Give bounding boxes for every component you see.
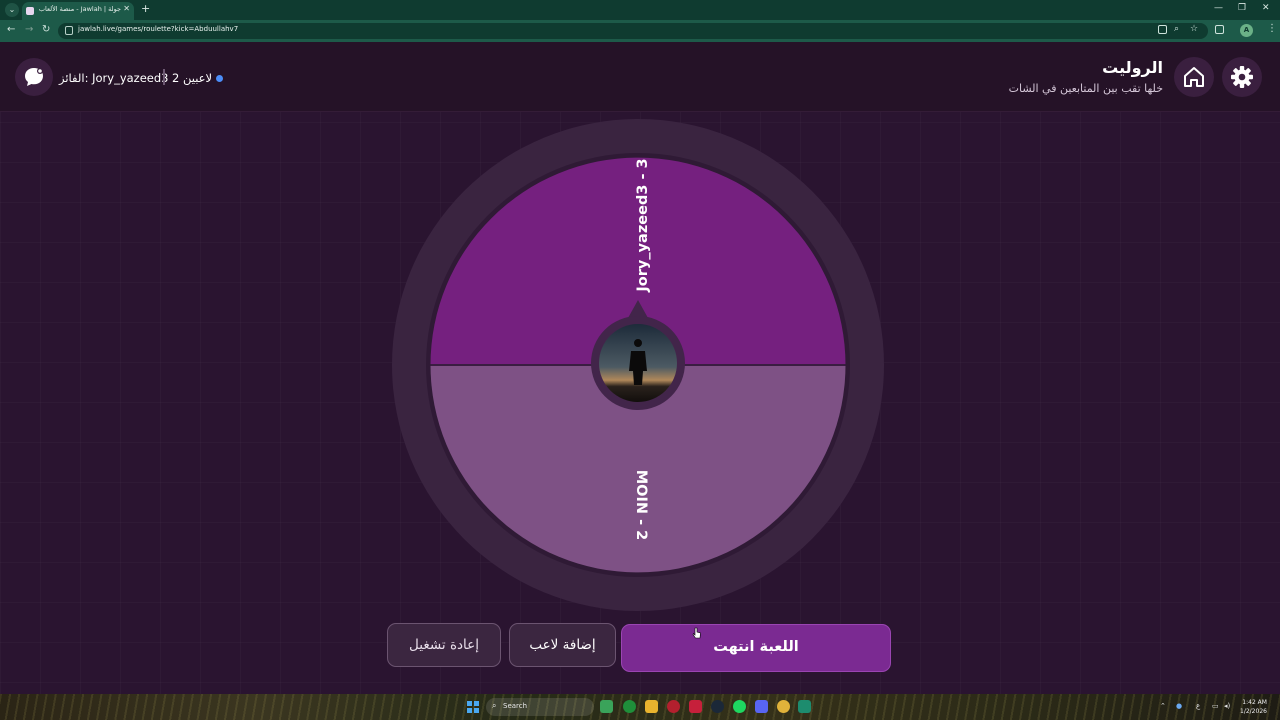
windows-start-icon[interactable] bbox=[467, 701, 479, 713]
taskbar-search[interactable]: ⌕ Search bbox=[486, 698, 594, 716]
browser-tabstrip: ⌄ جولة | Jawlah - منصة الألعاب ال... ✕ +… bbox=[0, 0, 1280, 20]
divider bbox=[163, 69, 165, 85]
clock-date: 1/2/2026 bbox=[1240, 708, 1267, 715]
more-menu-icon[interactable]: ⋮ bbox=[1267, 23, 1277, 34]
xbox-app-icon[interactable] bbox=[623, 700, 636, 713]
restart-button[interactable]: إعادة تشغيل bbox=[387, 623, 501, 667]
profile-avatar[interactable]: A bbox=[1240, 24, 1253, 37]
tab-search-icon[interactable]: ⌄ bbox=[5, 3, 19, 17]
address-bar[interactable]: jawlah.live/games/roulette?kick=Abduulla… bbox=[58, 23, 1208, 39]
back-icon[interactable]: ← bbox=[7, 24, 15, 35]
discord-app-icon[interactable] bbox=[755, 700, 768, 713]
taskbar: ⌕ Search ⌃ ● ع ▭ ◂) 1:42 AM 1/2/2026 bbox=[0, 694, 1280, 720]
add-player-button[interactable]: إضافة لاعب bbox=[509, 623, 616, 667]
players-count: 2 لاعبين bbox=[172, 71, 213, 85]
center-avatar-icon bbox=[599, 324, 677, 402]
online-status-dot bbox=[216, 75, 223, 82]
spotify-app-icon[interactable] bbox=[733, 700, 746, 713]
roulette-wheel[interactable]: Jory_yazeed3 - 3 MOIN - 2 bbox=[390, 117, 886, 613]
gear-icon bbox=[1231, 66, 1253, 88]
extensions-icon[interactable] bbox=[1215, 25, 1224, 34]
home-icon bbox=[1184, 67, 1204, 87]
game-ended-button[interactable]: اللعبة انتهت bbox=[621, 624, 891, 672]
search-placeholder: Search bbox=[503, 702, 528, 710]
browser-toolbar: ← → ↻ jawlah.live/games/roulette?kick=Ab… bbox=[0, 20, 1280, 42]
translate-icon[interactable] bbox=[1158, 25, 1167, 34]
browser-tab[interactable]: جولة | Jawlah - منصة الألعاب ال... ✕ bbox=[22, 2, 134, 20]
chat-button[interactable] bbox=[15, 58, 53, 96]
chrome-app-icon[interactable] bbox=[777, 700, 790, 713]
url-text: jawlah.live/games/roulette?kick=Abduulla… bbox=[78, 25, 239, 33]
steam-app-icon[interactable] bbox=[711, 700, 724, 713]
file-explorer-icon[interactable] bbox=[645, 700, 658, 713]
red-app-icon[interactable] bbox=[689, 700, 702, 713]
forward-icon[interactable]: → bbox=[25, 24, 33, 35]
nvidia-app-icon[interactable] bbox=[600, 700, 613, 713]
window-close-icon[interactable]: ✕ bbox=[1262, 3, 1270, 13]
clock-time: 1:42 AM bbox=[1242, 699, 1267, 706]
tab-title: جولة | Jawlah - منصة الألعاب ال... bbox=[37, 5, 121, 13]
taskbar-clock[interactable]: 1:42 AM 1/2/2026 bbox=[1240, 698, 1267, 716]
minimize-icon[interactable]: — bbox=[1214, 3, 1223, 13]
tray-network-icon[interactable]: ▭ bbox=[1212, 702, 1219, 710]
segment-label-bottom: MOIN - 2 bbox=[633, 470, 649, 541]
settings-button[interactable] bbox=[1222, 57, 1262, 97]
tab-favicon-icon bbox=[26, 7, 34, 15]
tray-language[interactable]: ع bbox=[1196, 702, 1200, 710]
tray-mic-icon[interactable]: ● bbox=[1176, 702, 1182, 710]
reload-icon[interactable]: ↻ bbox=[42, 24, 50, 35]
chat-icon bbox=[25, 68, 43, 86]
mouse-cursor-icon bbox=[692, 627, 701, 639]
new-tab-icon[interactable]: + bbox=[141, 2, 150, 15]
segment-label-top: Jory_yazeed3 - 3 bbox=[635, 158, 651, 292]
search-icon: ⌕ bbox=[492, 701, 497, 710]
opera-app-icon[interactable] bbox=[667, 700, 680, 713]
chrome-profile-app-icon[interactable] bbox=[798, 700, 811, 713]
app-header: الروليت خلها تقب بين المتابعين في الشات … bbox=[0, 42, 1280, 112]
tray-volume-icon[interactable]: ◂) bbox=[1224, 702, 1230, 710]
winner-label: الفائز: Jory_yazeed3 bbox=[59, 71, 169, 85]
zoom-icon[interactable]: ⌕ bbox=[1174, 24, 1179, 34]
site-info-icon[interactable] bbox=[65, 26, 73, 35]
page-subtitle: خلها تقب بين المتابعين في الشات bbox=[1008, 82, 1163, 95]
tray-chevron-icon[interactable]: ⌃ bbox=[1160, 702, 1166, 710]
app-main: الروليت خلها تقب بين المتابعين في الشات … bbox=[0, 42, 1280, 694]
tab-close-icon[interactable]: ✕ bbox=[123, 4, 130, 13]
page-title: الروليت bbox=[1102, 58, 1163, 77]
home-button[interactable] bbox=[1174, 57, 1214, 97]
bookmark-star-icon[interactable]: ☆ bbox=[1190, 24, 1198, 34]
maximize-icon[interactable]: ❐ bbox=[1238, 3, 1246, 13]
